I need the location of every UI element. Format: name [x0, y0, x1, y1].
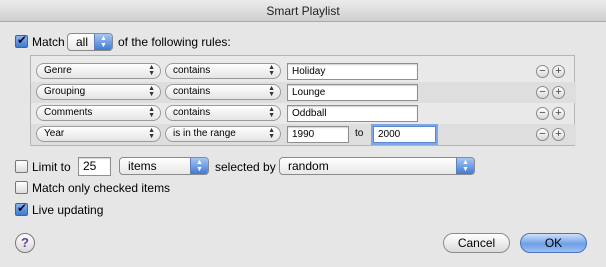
rule-operator-popup[interactable]: is in the range ▲ ▼ [165, 126, 281, 142]
smart-playlist-window: Smart Playlist Match all ▲▼ of the follo… [0, 0, 606, 267]
remove-rule-button[interactable]: − [536, 107, 549, 120]
popup-arrows-icon: ▲ ▼ [148, 127, 155, 140]
ok-button[interactable]: OK [520, 233, 587, 253]
add-rule-button[interactable]: + [552, 107, 565, 120]
rule-operator-value: contains [173, 107, 211, 118]
rule-operator-value: is in the range [173, 128, 236, 139]
help-button[interactable]: ? [15, 233, 35, 253]
popup-arrows-icon: ▲ ▼ [190, 158, 208, 174]
rule-value-field[interactable]: Oddball [287, 105, 418, 122]
range-start-field[interactable]: 1990 [287, 126, 349, 143]
match-mode-popup[interactable]: all ▲ ▼ [67, 33, 113, 51]
popup-arrows-icon: ▲ ▼ [268, 85, 275, 98]
match-suffix-label: of the following rules: [118, 35, 231, 49]
popup-arrows-icon: ▲ ▼ [456, 158, 474, 174]
rule-field-popup[interactable]: Year ▲ ▼ [36, 126, 161, 142]
rule-field-value: Grouping [44, 86, 86, 97]
rule-operator-popup[interactable]: contains ▲ ▼ [165, 63, 281, 79]
rule-field-popup[interactable]: Grouping ▲ ▼ [36, 84, 161, 100]
rule-row: Genre ▲ ▼ contains ▲ ▼ Holiday − + [31, 61, 576, 82]
rule-field-popup[interactable]: Comments ▲ ▼ [36, 105, 161, 121]
live-updating-checkbox[interactable] [15, 201, 28, 216]
rule-field-value: Genre [44, 65, 72, 76]
rule-field-popup[interactable]: Genre ▲ ▼ [36, 63, 161, 79]
limit-checkbox[interactable] [15, 160, 28, 173]
limit-unit-popup[interactable]: items ▲ ▼ [119, 157, 209, 175]
rule-field-value: Comments [44, 107, 93, 118]
rule-row: Grouping ▲ ▼ contains ▲ ▼ Lounge − + [31, 82, 576, 103]
popup-arrows-icon: ▲ ▼ [148, 64, 155, 77]
range-end-field[interactable]: 2000 [373, 126, 436, 143]
rule-operator-popup[interactable]: contains ▲ ▼ [165, 105, 281, 121]
rule-field-value: Year [44, 128, 65, 139]
popup-arrows-icon: ▲ ▼ [268, 64, 275, 77]
rule-value-field[interactable]: Holiday [287, 63, 418, 80]
add-rule-button[interactable]: + [552, 65, 565, 78]
rule-row: Comments ▲ ▼ contains ▲ ▼ Oddball − + [31, 103, 576, 124]
remove-rule-button[interactable]: − [536, 65, 549, 78]
popup-arrows-icon: ▲ ▼ [148, 85, 155, 98]
add-rule-button[interactable]: + [552, 128, 565, 141]
rule-operator-value: contains [173, 65, 211, 76]
match-checked-label: Match only checked items [32, 181, 171, 195]
limit-label: Limit to [32, 160, 71, 174]
popup-arrows-icon: ▲ ▼ [268, 106, 275, 119]
rule-operator-value: contains [173, 86, 211, 97]
limit-unit-value: items [128, 159, 157, 173]
match-mode-value: all [76, 35, 89, 49]
cancel-button[interactable]: Cancel [443, 233, 510, 253]
popup-arrows-icon: ▲ ▼ [94, 34, 112, 50]
remove-rule-button[interactable]: − [536, 86, 549, 99]
match-checkbox[interactable] [15, 33, 28, 48]
window-title: Smart Playlist [0, 0, 606, 22]
rules-list: Genre ▲ ▼ contains ▲ ▼ Holiday − + Groupin… [30, 55, 576, 146]
selected-by-value: random [288, 159, 329, 173]
selected-by-popup[interactable]: random ▲ ▼ [279, 157, 475, 175]
rule-operator-popup[interactable]: contains ▲ ▼ [165, 84, 281, 100]
remove-rule-button[interactable]: − [536, 128, 549, 141]
add-rule-button[interactable]: + [552, 86, 565, 99]
popup-arrows-icon: ▲ ▼ [148, 106, 155, 119]
range-to-label: to [355, 128, 364, 139]
popup-arrows-icon: ▲ ▼ [268, 127, 275, 140]
selected-by-label: selected by [215, 160, 276, 174]
rule-row: Year ▲ ▼ is in the range ▲ ▼ 1990 to 2000 … [31, 124, 576, 145]
match-checked-checkbox[interactable] [15, 181, 28, 194]
limit-amount-field[interactable]: 25 [78, 157, 111, 176]
rule-value-field[interactable]: Lounge [287, 84, 418, 101]
live-updating-label: Live updating [32, 203, 104, 217]
match-label: Match [32, 35, 65, 49]
